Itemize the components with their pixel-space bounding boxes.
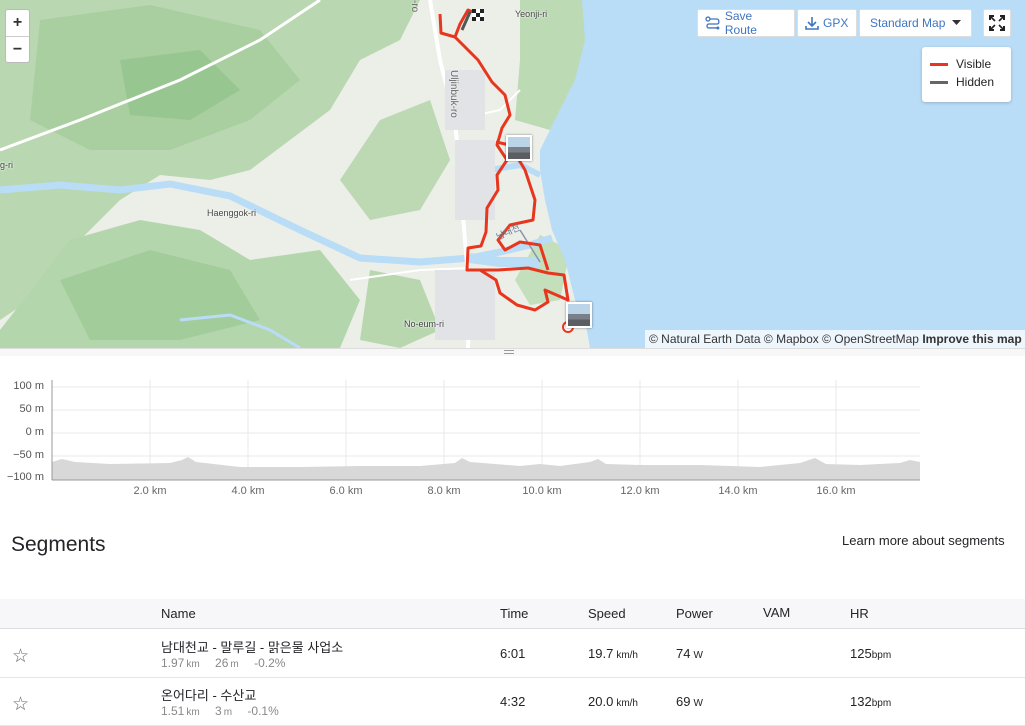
zoom-in-button[interactable]: + [6, 10, 29, 36]
column-header-name[interactable]: Name [161, 606, 196, 621]
elevation-x-label: 14.0 km [718, 485, 758, 497]
save-route-label: Save Route [724, 9, 757, 37]
segment-grade: -0.2% [254, 656, 286, 670]
segment-speed: 20.0 km/h [588, 694, 638, 709]
segment-power: 74 W [676, 646, 703, 661]
photo-thumbnail[interactable] [566, 302, 592, 328]
power-unit: W [693, 698, 703, 709]
star-icon[interactable]: ☆ [12, 647, 29, 666]
caret-down-icon [952, 20, 961, 25]
speed-unit: km/h [616, 650, 638, 661]
road-label-ro: -ro [409, 0, 420, 13]
route-legend: Visible Hidden [922, 47, 1011, 102]
legend-swatch [930, 62, 948, 66]
segments-heading: Segments [11, 533, 106, 556]
download-icon [805, 17, 819, 30]
column-header-hr[interactable]: HR [850, 606, 869, 621]
segment-stats: 1.51 km 3m -0.1% [161, 704, 279, 718]
segment-grade: -0.1% [247, 704, 279, 718]
place-label-noeum: No-eum-ri [404, 319, 445, 329]
segment-name-link[interactable]: 남대천교 - 말루길 - 맑은물 사업소 [161, 637, 343, 656]
place-label-haenggok: Haenggok-ri [207, 208, 257, 218]
speed-value: 19.7 [588, 646, 614, 661]
elevation-x-label: 16.0 km [816, 485, 856, 497]
legend-item-hidden: Hidden [930, 71, 1003, 93]
gpx-button[interactable]: GPX [797, 9, 857, 37]
speed-unit: km/h [616, 698, 638, 709]
hr-unit: bpm [871, 650, 892, 661]
legend-swatch [930, 80, 948, 84]
power-unit: W [693, 650, 703, 661]
star-icon[interactable]: ☆ [12, 695, 29, 714]
legend-label: Visible [956, 57, 992, 71]
elevation-x-label: 2.0 km [133, 485, 167, 497]
segment-stats: 1.97 km 26 m -0.2% [161, 656, 285, 670]
fullscreen-icon [989, 15, 1005, 31]
finish-flag-icon [472, 9, 484, 21]
segment-time: 4:32 [500, 694, 526, 709]
segment-power: 69 W [676, 694, 703, 709]
distance-unit: km [186, 707, 200, 718]
photo-thumbnail[interactable] [506, 135, 532, 161]
elevation-x-label: 10.0 km [522, 485, 562, 497]
route-icon [705, 16, 720, 30]
legend-label: Hidden [956, 75, 995, 89]
learn-more-segments-link[interactable]: Learn more about segments [842, 533, 1005, 548]
hr-value: 125 [850, 646, 872, 661]
column-header-time[interactable]: Time [500, 606, 528, 621]
segment-elevation: 3 [215, 704, 222, 718]
improve-map-link[interactable]: Improve this map [922, 332, 1021, 346]
map-style-label: Standard Map [870, 16, 946, 30]
segment-elevation: 26 [215, 656, 229, 670]
route-map[interactable]: 남대천 Yeonji-ri Haenggok-ri No-eum-ri g-ri… [0, 0, 1025, 348]
map-terrain: 남대천 [0, 0, 1025, 348]
segment-row[interactable]: ☆ 온어다리 - 수산교 1.51 km 3m -0.1% 4:32 20.0 km… [0, 678, 1025, 726]
segment-hr: 125bpm [850, 646, 891, 661]
road-label-uljinbuk: Uljinbuk-ro [448, 70, 459, 118]
segment-row[interactable]: ☆ 남대천교 - 말루길 - 맑은물 사업소 1.97 km 26 m -0.2% … [0, 630, 1025, 678]
elevation-chart[interactable]: 100 m 50 m 0 m −50 m −100 m 2.0 km 4.0 k… [0, 370, 1025, 505]
elevation-unit: m [223, 707, 233, 718]
resize-handle[interactable] [0, 348, 1025, 356]
distance-unit: km [186, 659, 200, 670]
save-route-button[interactable]: Save Route [697, 9, 795, 37]
elevation-plot [51, 380, 920, 481]
segments-table-header: Name Time Speed Power VAM HR [0, 599, 1025, 629]
elevation-unit: m [230, 659, 239, 670]
speed-value: 20.0 [588, 694, 614, 709]
attribution-text[interactable]: © Natural Earth Data © Mapbox © OpenStre… [649, 332, 919, 346]
fullscreen-button[interactable] [983, 9, 1011, 37]
place-label-gri: g-ri [0, 160, 13, 170]
segment-distance: 1.51 [161, 704, 185, 718]
segment-speed: 19.7 km/h [588, 646, 638, 661]
hr-value: 132 [850, 694, 872, 709]
zoom-out-button[interactable]: − [6, 36, 29, 62]
place-label-yeonji: Yeonji-ri [515, 9, 548, 19]
segment-distance: 1.97 [161, 656, 185, 670]
segment-name-link[interactable]: 온어다리 - 수산교 [161, 685, 256, 704]
column-header-speed[interactable]: Speed [588, 606, 626, 621]
power-value: 69 [676, 694, 691, 709]
segment-time: 6:01 [500, 646, 526, 661]
elevation-x-label: 4.0 km [231, 485, 265, 497]
hr-unit: bpm [871, 698, 892, 709]
elevation-x-label: 8.0 km [427, 485, 461, 497]
column-header-vam[interactable]: VAM [763, 605, 790, 620]
grip-icon [504, 350, 514, 354]
segment-hr: 132bpm [850, 694, 891, 709]
map-attribution: © Natural Earth Data © Mapbox © OpenStre… [645, 330, 1025, 348]
column-header-power[interactable]: Power [676, 606, 713, 621]
map-style-dropdown[interactable]: Standard Map [859, 9, 972, 37]
gpx-label: GPX [823, 16, 849, 30]
elevation-x-label: 6.0 km [329, 485, 363, 497]
zoom-control: + − [5, 9, 30, 63]
elevation-x-label: 12.0 km [620, 485, 660, 497]
power-value: 74 [676, 646, 691, 661]
